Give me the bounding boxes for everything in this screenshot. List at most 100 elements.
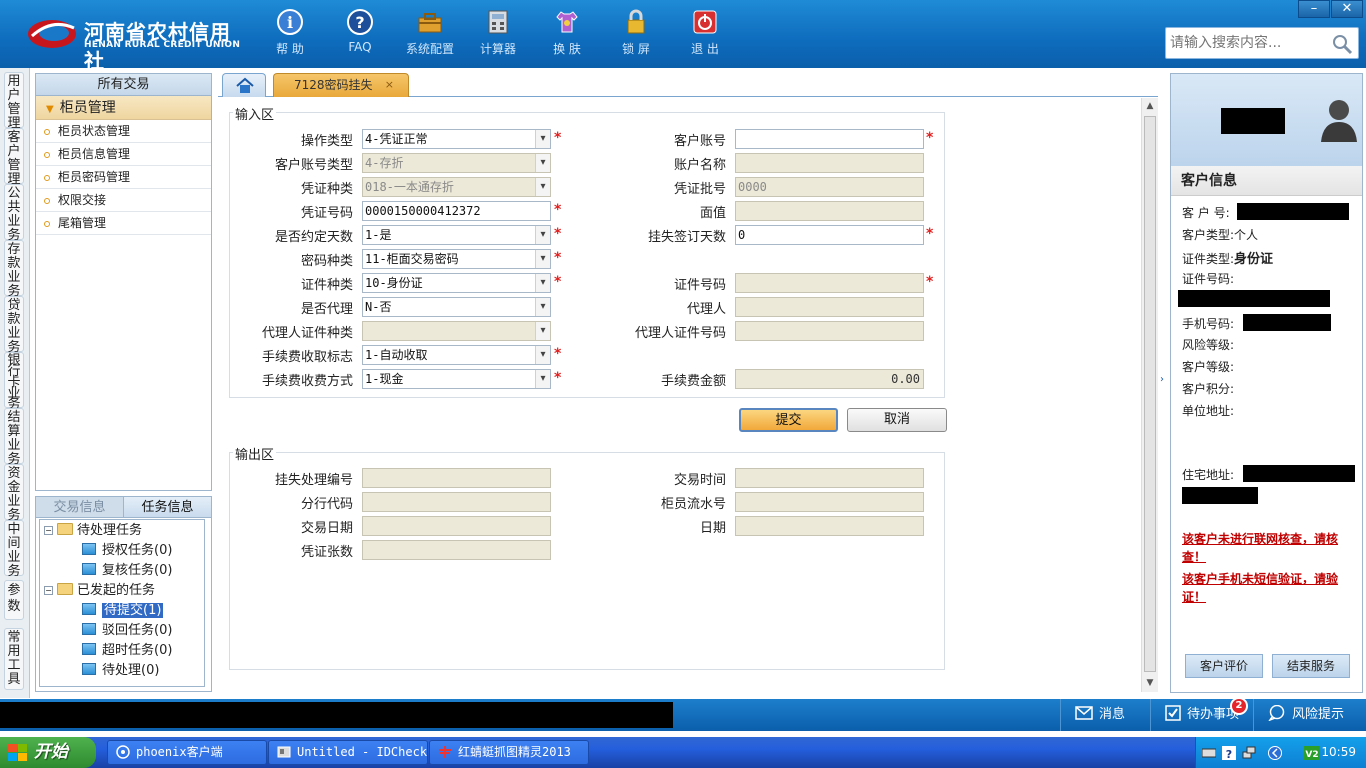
collapse-panel-handle[interactable]: › — [1160, 360, 1168, 400]
search-input[interactable] — [1166, 28, 1326, 58]
customer-evaluation-button[interactable]: 客户评价 — [1185, 654, 1263, 678]
minimize-button[interactable]: – — [1298, 0, 1330, 18]
system-config-button[interactable]: 系统配置 — [395, 8, 465, 64]
vtab-common-tools[interactable]: 常用工具 — [4, 628, 24, 690]
module-tab-strip: 用户管理 客户管理 公共业务 存款业务 贷款业务 银行卡业务 结算业务 资金业务… — [0, 68, 30, 698]
v2-app-icon[interactable]: V2 — [1304, 746, 1320, 760]
menu-item-label: 尾箱管理 — [58, 216, 107, 230]
menu-item-teller-info[interactable]: 柜员信息管理 — [36, 143, 211, 166]
scroll-up-icon[interactable]: ▲ — [1142, 98, 1158, 114]
task-screenshot-tool[interactable]: 红蜻蜓抓图精灵2013 — [429, 740, 589, 765]
close-tab-icon[interactable]: × — [385, 74, 394, 96]
change-skin-button[interactable]: 换 肤 — [532, 8, 602, 64]
select-left-6[interactable]: 10-身份证 — [362, 273, 551, 293]
menu-item-tail-box[interactable]: 尾箱管理 — [36, 212, 211, 235]
tree-node-pending-tasks[interactable]: − 待处理任务 — [44, 522, 142, 540]
lock-screen-button[interactable]: 锁 屏 — [601, 8, 671, 64]
bullet-icon — [44, 197, 50, 204]
close-button[interactable]: ✕ — [1331, 0, 1363, 18]
submit-button[interactable]: 提交 — [739, 408, 838, 432]
help-button[interactable]: i 帮 助 — [255, 8, 325, 64]
end-service-button[interactable]: 结束服务 — [1272, 654, 1350, 678]
vtab-fund-business[interactable]: 资金业务 — [4, 464, 24, 523]
select-left-0[interactable]: 4-凭证正常 — [362, 129, 551, 149]
messages-button[interactable]: 消息 — [1060, 699, 1150, 731]
calculator-button[interactable]: 计算器 — [463, 8, 533, 64]
tab-7128-password-loss[interactable]: 7128密码挂失 × — [273, 73, 409, 97]
output-left-field-2 — [362, 516, 551, 536]
task-label: phoenix客户端 — [136, 745, 223, 759]
main-vertical-scrollbar[interactable]: ▲ ▼ — [1141, 98, 1158, 692]
tree-node-label: 已发起的任务 — [77, 583, 156, 598]
info-icon: i — [277, 9, 303, 35]
tree-node-timeout[interactable]: 超时任务(0) — [82, 642, 172, 660]
help-tray-icon[interactable]: ? — [1222, 746, 1236, 760]
search-icon[interactable] — [1330, 32, 1354, 56]
todo-button[interactable]: 待办事项 2 — [1150, 697, 1252, 731]
warning-network-check[interactable]: 该客户未进行联网核查，请核查！ — [1182, 530, 1360, 566]
menu-item-permission-handover[interactable]: 权限交接 — [36, 189, 211, 212]
tree-node-rejected[interactable]: 驳回任务(0) — [82, 622, 172, 640]
right-label-7: 代理人 — [686, 302, 726, 317]
collapse-icon[interactable]: − — [44, 586, 53, 595]
messages-label: 消息 — [1099, 707, 1126, 722]
exit-button[interactable]: 退 出 — [670, 8, 740, 64]
keyboard-icon[interactable] — [1202, 747, 1216, 759]
collapse-icon[interactable]: − — [44, 526, 53, 535]
required-marker: * — [926, 274, 934, 290]
network-icon[interactable] — [1242, 746, 1256, 760]
scroll-thumb[interactable] — [1144, 116, 1156, 672]
vtab-user-management[interactable]: 用户管理 — [4, 72, 24, 131]
vtab-parameters[interactable]: 参数 — [4, 580, 24, 620]
main-tab-bar: 7128密码挂失 × — [218, 73, 1158, 97]
select-left-5[interactable]: 11-柜面交易密码 — [362, 249, 551, 269]
input-right-4[interactable]: 0 — [735, 225, 924, 245]
tab-transaction-info[interactable]: 交易信息 — [36, 497, 123, 517]
cancel-button[interactable]: 取消 — [847, 408, 947, 432]
vtab-customer-management[interactable]: 客户管理 — [4, 128, 24, 187]
arrow-left-icon[interactable] — [1268, 746, 1282, 760]
left-label-1: 客户账号类型 — [274, 158, 353, 173]
vtab-settlement-business[interactable]: 结算业务 — [4, 408, 24, 467]
logo-english-name: HENAN RURAL CREDIT UNION — [84, 40, 241, 50]
risk-alert-button[interactable]: 风险提示 — [1253, 699, 1366, 731]
teller-management-group[interactable]: ▼ 柜员管理 — [36, 96, 211, 120]
input-right-0[interactable] — [735, 129, 924, 149]
field-label: 客 户 号: — [1182, 206, 1230, 220]
menu-item-teller-status[interactable]: 柜员状态管理 — [36, 120, 211, 143]
start-button[interactable]: 开始 — [0, 737, 96, 768]
svg-text:i: i — [287, 13, 293, 32]
task-phoenix-client[interactable]: phoenix客户端 — [107, 740, 267, 765]
right-label-8: 代理人证件号码 — [634, 326, 726, 341]
vtab-loan-business[interactable]: 贷款业务 — [4, 296, 24, 355]
tree-node-to-submit[interactable]: 待提交(1) — [82, 602, 164, 620]
right-label-2: 凭证批号 — [673, 182, 726, 197]
select-left-10[interactable]: 1-现金 — [362, 369, 551, 389]
input-left-3[interactable]: 0000150000412372 — [362, 201, 551, 221]
task-idcheck[interactable]: Untitled - IDCheck — [268, 740, 428, 765]
required-marker: * — [554, 226, 562, 242]
select-left-9[interactable]: 1-自动收取 — [362, 345, 551, 365]
tree-node-to-process[interactable]: 待处理(0) — [82, 662, 159, 680]
select-left-4[interactable]: 1-是 — [362, 225, 551, 245]
field-label: 手机号码: — [1182, 317, 1235, 331]
warning-sms-verify[interactable]: 该客户手机未短信验证，请验证！ — [1182, 570, 1360, 606]
tree-node-initiated-tasks[interactable]: − 已发起的任务 — [44, 582, 155, 600]
tab-task-info[interactable]: 任务信息 — [123, 497, 211, 517]
vtab-bank-card-business[interactable]: 银行卡业务 — [4, 352, 24, 411]
vtab-intermediary-business[interactable]: 中间业务 — [4, 520, 24, 579]
tree-node-review-tasks[interactable]: 复核任务(0) — [82, 562, 172, 580]
vtab-public-business[interactable]: 公共业务 — [4, 184, 24, 243]
menu-item-teller-password[interactable]: 柜员密码管理 — [36, 166, 211, 189]
scroll-down-icon[interactable]: ▼ — [1142, 675, 1158, 691]
question-icon: ? — [347, 9, 373, 35]
vtab-deposit-business[interactable]: 存款业务 — [4, 240, 24, 299]
faq-button[interactable]: ? FAQ — [325, 8, 395, 64]
tab-home[interactable] — [222, 73, 266, 97]
select-left-7[interactable]: N-否 — [362, 297, 551, 317]
menu-item-label: 柜员状态管理 — [58, 124, 131, 138]
tree-node-auth-tasks[interactable]: 授权任务(0) — [82, 542, 172, 560]
message-icon — [1075, 706, 1093, 720]
windows-logo-icon — [8, 744, 27, 761]
all-transactions-header[interactable]: 所有交易 — [36, 74, 211, 96]
